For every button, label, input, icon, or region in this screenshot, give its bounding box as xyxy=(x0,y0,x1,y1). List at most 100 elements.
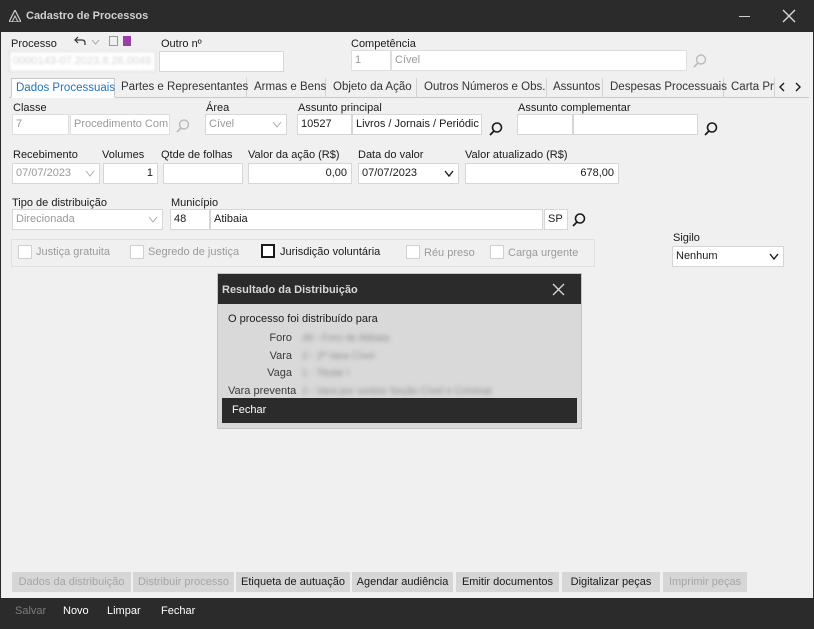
tab-scroll-left-icon[interactable] xyxy=(777,81,787,93)
municipio-name-field[interactable]: Atibaia xyxy=(210,209,543,230)
vaga-value: 1 - Titular I xyxy=(302,368,350,379)
outro-numero-label: Outro nº xyxy=(161,38,202,50)
municipio-label: Município xyxy=(171,197,219,209)
chevron-down-icon xyxy=(272,121,282,128)
recebimento-date-field[interactable]: 07/07/2023 xyxy=(12,163,100,184)
valor-atualizado-field[interactable]: 678,00 xyxy=(465,163,619,184)
digitalizar-pecas-button[interactable]: Digitalizar peças xyxy=(562,572,660,592)
recebimento-label: Recebimento xyxy=(13,149,78,161)
foro-label: Foro xyxy=(269,332,292,344)
justica-gratuita-label: Justiça gratuita xyxy=(36,246,110,258)
vara-label: Vara xyxy=(269,350,292,362)
municipio-uf-field[interactable]: SP xyxy=(544,209,568,230)
jurisdicao-voluntaria-checkbox[interactable] xyxy=(261,244,275,258)
novo-button[interactable]: Novo xyxy=(63,605,89,617)
chevron-down-icon xyxy=(85,170,95,177)
valor-acao-label: Valor da ação (R$) xyxy=(248,149,340,161)
classe-search-icon[interactable] xyxy=(175,118,191,134)
salvar-button[interactable]: Salvar xyxy=(15,605,46,617)
window: Cadastro de Processos Processo 0000143-0… xyxy=(0,0,814,629)
etiqueta-autuacao-button[interactable]: Etiqueta de autuação xyxy=(236,572,350,592)
vara-preventa-value: 2 - Vara por sorteio Seção Cível e Crimi… xyxy=(302,386,492,397)
fechar-button[interactable]: Fechar xyxy=(161,605,195,617)
chevron-down-icon xyxy=(444,170,454,177)
assunto-principal-label: Assunto principal xyxy=(298,102,382,114)
justica-gratuita-checkbox[interactable] xyxy=(18,245,32,259)
segredo-justica-checkbox[interactable] xyxy=(130,245,144,259)
outro-numero-field[interactable] xyxy=(159,51,284,72)
distribution-result-dialog: Resultado da Distribuição O processo foi… xyxy=(217,273,582,429)
document-icon[interactable] xyxy=(109,36,118,46)
vara-value: 2 - 2ª Vara Cível xyxy=(302,351,375,362)
sigilo-select[interactable]: Nenhum xyxy=(672,246,784,267)
window-title: Cadastro de Processos xyxy=(26,10,149,22)
valor-atualizado-label: Valor atualizado (R$) xyxy=(465,149,568,161)
chevron-down-icon xyxy=(148,216,158,223)
competencia-name-field[interactable]: Cível xyxy=(391,50,687,71)
assunto-code-field[interactable]: 10527 xyxy=(297,114,352,135)
assunto-search-icon[interactable] xyxy=(488,121,504,137)
assunto-comp-search-icon[interactable] xyxy=(703,121,719,137)
valor-acao-field[interactable]: 0,00 xyxy=(248,163,352,184)
limpar-button[interactable]: Limpar xyxy=(107,605,141,617)
reu-preso-checkbox[interactable] xyxy=(406,245,420,259)
data-valor-field[interactable]: 07/07/2023 xyxy=(358,163,459,184)
agendar-audiencia-button[interactable]: Agendar audiência xyxy=(352,572,453,592)
assunto-comp-name-field[interactable] xyxy=(573,114,698,135)
volumes-label: Volumes xyxy=(102,149,145,161)
dialog-message: O processo foi distribuído para xyxy=(228,313,378,325)
tab-despesas[interactable]: Despesas Processuais xyxy=(606,78,727,98)
municipio-search-icon[interactable] xyxy=(571,212,587,228)
close-window-icon[interactable] xyxy=(782,9,796,23)
tab-outros-numeros[interactable]: Outros Números e Obs. xyxy=(420,78,547,98)
volumes-field[interactable]: 1 xyxy=(103,163,158,184)
foro-value: 48 - Foro de Atibaia xyxy=(302,333,390,344)
imprimir-pecas-button[interactable]: Imprimir peças xyxy=(663,572,747,592)
minimize-button[interactable] xyxy=(737,7,753,23)
data-valor-label: Data do valor xyxy=(358,149,424,161)
tab-carta-precatoria[interactable]: Carta Pr xyxy=(727,78,775,98)
area-select[interactable]: Cível xyxy=(205,114,287,135)
close-icon[interactable] xyxy=(552,283,565,296)
tab-scroll-right-icon[interactable] xyxy=(793,81,803,93)
distribuir-processo-button[interactable]: Distribuir processo xyxy=(133,572,234,592)
assunto-comp-code-field[interactable] xyxy=(517,114,573,135)
tipo-distribuicao-select[interactable]: Direcionada xyxy=(12,209,163,230)
tab-assuntos[interactable]: Assuntos xyxy=(549,78,603,98)
tab-armas-bens[interactable]: Armas e Bens xyxy=(250,78,326,98)
dialog-title: Resultado da Distribuição xyxy=(222,284,358,296)
area-label: Área xyxy=(206,102,230,114)
title-bar: Cadastro de Processos xyxy=(1,1,813,32)
segredo-justica-label: Segredo de justiça xyxy=(148,246,240,258)
tipo-distribuicao-label: Tipo de distribuição xyxy=(12,197,107,209)
competencia-label: Competência xyxy=(351,38,416,50)
qtde-folhas-field[interactable] xyxy=(163,163,243,184)
tab-objeto-acao[interactable]: Objeto da Ação xyxy=(329,78,417,98)
municipio-code-field[interactable]: 48 xyxy=(170,209,210,230)
chevron-down-icon xyxy=(769,253,779,260)
footer-bar: Salvar Novo Limpar Fechar xyxy=(1,598,813,628)
vaga-label: Vaga xyxy=(267,367,292,379)
search-icon[interactable] xyxy=(692,53,708,69)
classe-label: Classe xyxy=(13,102,47,114)
carga-urgente-label: Carga urgente xyxy=(508,247,579,259)
undo-icon[interactable] xyxy=(74,36,86,46)
tab-bar: Dados Processuais Partes e Representante… xyxy=(9,78,809,98)
flag-icon xyxy=(123,36,131,46)
assunto-name-field[interactable]: Livros / Jornais / Periódic xyxy=(352,114,482,135)
jurisdicao-voluntaria-label: Jurisdição voluntária xyxy=(280,246,381,258)
classe-name-field[interactable]: Procedimento Com xyxy=(70,114,170,135)
tab-dados-processuais[interactable]: Dados Processuais xyxy=(11,78,115,98)
dados-distribuicao-button[interactable]: Dados da distribuição xyxy=(12,572,131,592)
classe-code-field[interactable]: 7 xyxy=(12,114,69,135)
emitir-documentos-button[interactable]: Emitir documentos xyxy=(456,572,559,592)
competencia-code-field[interactable]: 1 xyxy=(351,50,391,71)
chevron-down-icon[interactable] xyxy=(91,39,100,45)
vara-preventa-label: Vara preventa xyxy=(228,385,297,397)
app-logo-icon xyxy=(9,10,21,22)
carga-urgente-checkbox[interactable] xyxy=(490,245,504,259)
assunto-complementar-label: Assunto complementar xyxy=(518,102,631,114)
tab-partes[interactable]: Partes e Representantes xyxy=(117,78,248,98)
processo-number-field[interactable]: 0000143-07.2023.8.26.0048 xyxy=(9,51,156,72)
dialog-fechar-button[interactable]: Fechar xyxy=(222,398,577,423)
